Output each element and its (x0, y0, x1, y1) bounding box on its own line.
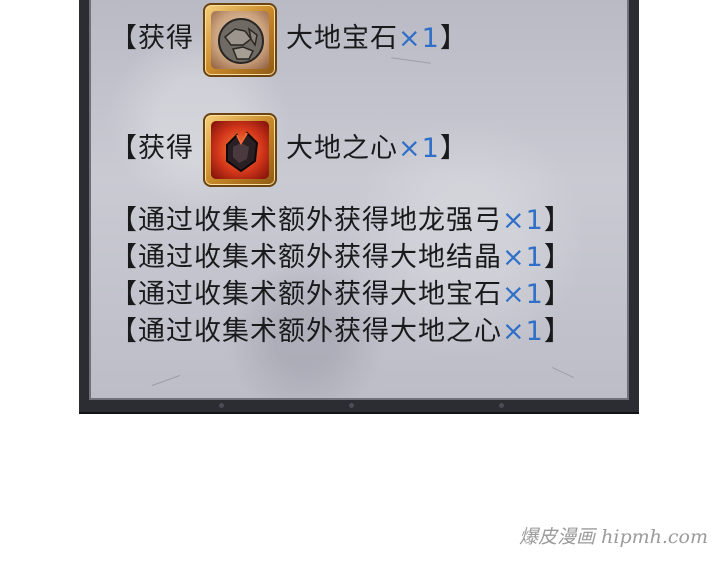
bracket-close: 】 (439, 133, 468, 164)
reward-line-earth-heart: 【获得 (110, 132, 194, 166)
bracket-close: 】 (543, 316, 572, 347)
bonus-text: 通过收集术额外获得地龙强弓 (138, 205, 502, 236)
stone-crack (151, 374, 181, 387)
frame-rivet (349, 403, 354, 408)
reward-item-name: 大地之心 (286, 133, 398, 164)
bonus-quantity: ×1 (502, 279, 544, 310)
bracket-open: 【 (110, 279, 138, 310)
bracket-close: 】 (543, 242, 572, 273)
earth-gem-icon (203, 3, 277, 77)
bracket-open: 【 (110, 242, 138, 273)
reward-label: 获得 (138, 23, 194, 54)
bonus-text: 通过收集术额外获得大地宝石 (138, 279, 502, 310)
stone-crack (391, 57, 431, 64)
bracket-open: 【 (110, 205, 138, 236)
frame-rivet (499, 403, 504, 408)
bracket-close: 】 (543, 205, 572, 236)
bonus-quantity: ×1 (502, 205, 544, 236)
earth-gem-icon-art (211, 11, 269, 69)
reward-line-earth-gem: 【获得 (110, 22, 194, 56)
reward-label: 获得 (138, 133, 194, 164)
stone-crack (551, 366, 575, 379)
reward-item-earth-heart: 大地之心×1】 (286, 132, 468, 166)
bonus-line-earth-gem: 【通过收集术额外获得大地宝石×1】 (110, 278, 572, 312)
site-watermark: 爆皮漫画 hipmh.com (519, 526, 708, 548)
bonus-text: 通过收集术额外获得大地结晶 (138, 242, 502, 273)
bonus-quantity: ×1 (502, 316, 544, 347)
bonus-text: 通过收集术额外获得大地之心 (138, 316, 502, 347)
earth-heart-icon-art (211, 121, 269, 179)
bracket-close: 】 (543, 279, 572, 310)
reward-item-name: 大地宝石 (286, 23, 398, 54)
earth-heart-icon (203, 113, 277, 187)
comic-panel-stage: 【获得 大地宝石×1】 【获得 大地之心×1】 【通过收集术额外获得地龙强弓×1… (0, 0, 720, 563)
earth-gem-stone-shape (218, 18, 264, 64)
earth-heart-crystal-shape (226, 131, 259, 173)
bonus-line-earth-crystal: 【通过收集术额外获得大地结晶×1】 (110, 241, 572, 275)
reward-quantity: ×1 (398, 133, 440, 164)
bonus-line-earth-heart: 【通过收集术额外获得大地之心×1】 (110, 315, 572, 349)
bracket-close: 】 (439, 23, 468, 54)
bracket-open: 【 (110, 133, 138, 164)
bracket-open: 【 (110, 23, 138, 54)
bracket-open: 【 (110, 316, 138, 347)
bonus-quantity: ×1 (502, 242, 544, 273)
reward-quantity: ×1 (398, 23, 440, 54)
reward-item-earth-gem: 大地宝石×1】 (286, 22, 468, 56)
frame-rivet (219, 403, 224, 408)
bonus-line-dragon-bow: 【通过收集术额外获得地龙强弓×1】 (110, 204, 572, 238)
